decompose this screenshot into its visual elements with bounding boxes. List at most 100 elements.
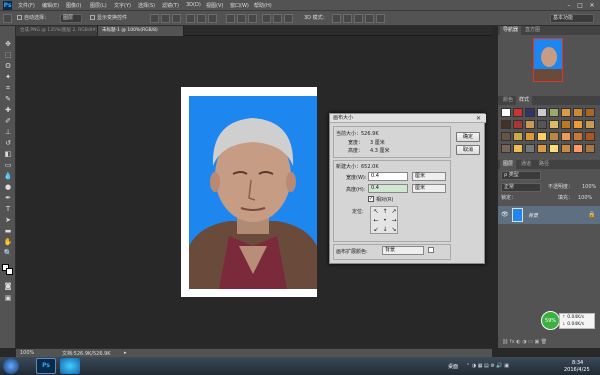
anchor-nw-icon[interactable]: ↖ xyxy=(372,208,380,216)
tab-untitled-1[interactable]: 未标题-1 @ 100%(RGB/8) xyxy=(98,26,184,36)
anchor-s-icon[interactable]: ↓ xyxy=(381,226,389,234)
align-middle-icon[interactable] xyxy=(161,14,170,23)
workspace-dropdown[interactable]: 基本功能 xyxy=(550,14,594,23)
taskbar-photoshop-icon[interactable]: Ps xyxy=(36,358,56,374)
style-swatch[interactable] xyxy=(573,120,583,129)
style-swatch[interactable] xyxy=(525,108,535,117)
type-tool-icon[interactable]: T xyxy=(3,205,13,214)
tab-layers[interactable]: 图层 xyxy=(500,160,517,169)
ok-button[interactable]: 确定 xyxy=(456,132,480,142)
blend-mode-select[interactable]: 正常 xyxy=(501,183,541,192)
style-swatch[interactable] xyxy=(561,120,571,129)
style-swatch[interactable] xyxy=(585,108,595,117)
menu-layer[interactable]: 图层(L) xyxy=(90,2,107,9)
zoom-tool-icon[interactable]: 🔍 xyxy=(3,249,13,258)
style-swatch[interactable] xyxy=(501,120,511,129)
clone-stamp-icon[interactable]: ⊥ xyxy=(3,128,13,137)
style-swatch[interactable] xyxy=(549,120,559,129)
style-swatch[interactable] xyxy=(561,144,571,153)
gradient-tool-icon[interactable]: ▭ xyxy=(3,161,13,170)
style-swatch[interactable] xyxy=(513,108,523,117)
magic-wand-icon[interactable]: ✦ xyxy=(3,73,13,82)
menu-image[interactable]: 图像(I) xyxy=(66,2,81,9)
3d-pan-icon[interactable] xyxy=(354,14,363,23)
style-swatch[interactable] xyxy=(573,108,583,117)
style-swatch[interactable] xyxy=(501,144,511,153)
path-select-icon[interactable]: ➤ xyxy=(3,216,13,225)
style-swatch[interactable] xyxy=(561,108,571,117)
distribute-center-icon[interactable] xyxy=(273,14,282,23)
marquee-tool-icon[interactable]: ⬚ xyxy=(3,51,13,60)
style-swatch[interactable] xyxy=(525,120,535,129)
align-right-icon[interactable] xyxy=(208,14,217,23)
tab-styles[interactable]: 样式 xyxy=(516,96,533,105)
maximize-icon[interactable]: □ xyxy=(575,1,585,10)
tab-navigator[interactable]: 导航器 xyxy=(500,26,522,35)
zoom-level[interactable]: 100% xyxy=(20,350,34,356)
distribute-middle-icon[interactable] xyxy=(237,14,246,23)
style-swatch[interactable] xyxy=(585,132,595,141)
crop-tool-icon[interactable]: ⌗ xyxy=(3,84,13,93)
style-swatch[interactable] xyxy=(537,108,547,117)
tab-color[interactable]: 颜色 xyxy=(500,96,516,105)
move-tool-icon[interactable]: ✥ xyxy=(3,40,13,49)
menu-edit[interactable]: 编辑(E) xyxy=(42,2,59,9)
align-center-icon[interactable] xyxy=(197,14,206,23)
desktop-label[interactable]: 桌面 xyxy=(448,363,458,370)
menu-file[interactable]: 文件(F) xyxy=(18,2,35,9)
distribute-right-icon[interactable] xyxy=(284,14,293,23)
auto-select-dropdown[interactable]: 图层 xyxy=(60,14,82,23)
eraser-tool-icon[interactable]: ◧ xyxy=(3,150,13,159)
tab-paths[interactable]: 路径 xyxy=(536,160,552,169)
auto-select-checkbox[interactable]: 自动选择： xyxy=(17,14,49,23)
distribute-bottom-icon[interactable] xyxy=(248,14,257,23)
close-icon[interactable]: ✕ xyxy=(587,1,597,10)
anchor-grid[interactable]: ↖ ↑ ↗ ← • → ↙ ↓ ↘ xyxy=(370,206,398,234)
ext-color-select[interactable]: 背景 xyxy=(382,246,424,255)
style-swatch[interactable] xyxy=(525,144,535,153)
style-swatch[interactable] xyxy=(549,108,559,117)
style-swatch[interactable] xyxy=(525,132,535,141)
style-swatch[interactable] xyxy=(585,144,595,153)
portrait-photo[interactable] xyxy=(189,96,317,289)
style-swatch[interactable] xyxy=(513,144,523,153)
visibility-eye-icon[interactable]: 👁 xyxy=(501,211,509,218)
layer-actions-icons[interactable]: ⛓ fx ◐ ◑ ▭ ▣ 🗑 xyxy=(502,338,547,347)
anchor-n-icon[interactable]: ↑ xyxy=(381,208,389,216)
anchor-sw-icon[interactable]: ↙ xyxy=(372,226,380,234)
quick-mask-icon[interactable]: ◙ xyxy=(3,282,13,291)
align-bottom-icon[interactable] xyxy=(172,14,181,23)
style-swatch[interactable] xyxy=(537,144,547,153)
width-input[interactable]: 0.4 xyxy=(368,172,408,181)
menu-help[interactable]: 帮助(H) xyxy=(254,2,272,9)
healing-brush-icon[interactable]: ✚ xyxy=(3,106,13,115)
anchor-center-icon[interactable]: • xyxy=(381,217,389,225)
dialog-close-icon[interactable]: ✕ xyxy=(475,115,482,122)
lasso-tool-icon[interactable]: ʘ xyxy=(3,62,13,71)
hand-tool-icon[interactable]: ✋ xyxy=(3,238,13,247)
menu-filter[interactable]: 滤镜(T) xyxy=(162,2,179,9)
screen-mode-icon[interactable]: ▣ xyxy=(3,294,13,303)
navigator-thumbnail[interactable] xyxy=(533,38,563,82)
style-swatch[interactable] xyxy=(513,120,523,129)
style-swatch[interactable] xyxy=(513,132,523,141)
tab-composite-png[interactable]: 合成.PNG @ 135%(图层 2, RGB/8#) xyxy=(16,26,98,36)
style-swatch[interactable] xyxy=(561,132,571,141)
shape-tool-icon[interactable]: ▬ xyxy=(3,227,13,236)
height-input[interactable]: 0.4 xyxy=(368,184,408,193)
menu-window[interactable]: 窗口(W) xyxy=(230,2,249,9)
distribute-top-icon[interactable] xyxy=(226,14,235,23)
background-color-swatch[interactable] xyxy=(6,268,13,275)
relative-checkbox[interactable]: ✓ xyxy=(368,196,374,202)
align-top-icon[interactable] xyxy=(150,14,159,23)
cancel-button[interactable]: 取消 xyxy=(456,145,480,155)
3d-slide-icon[interactable] xyxy=(365,14,374,23)
anchor-se-icon[interactable]: ↘ xyxy=(390,226,398,234)
brush-tool-icon[interactable]: ✐ xyxy=(3,117,13,126)
menu-select[interactable]: 选择(S) xyxy=(138,2,155,9)
height-unit-select[interactable]: 厘米 xyxy=(412,184,446,193)
menu-3d[interactable]: 3D(D) xyxy=(186,2,201,8)
tab-histogram[interactable]: 直方图 xyxy=(522,26,543,35)
history-brush-icon[interactable]: ↺ xyxy=(3,139,13,148)
tray-icons[interactable]: ⌃ ◑ ▦ ▤ ⚙ 🔊 ▣ xyxy=(466,363,509,369)
